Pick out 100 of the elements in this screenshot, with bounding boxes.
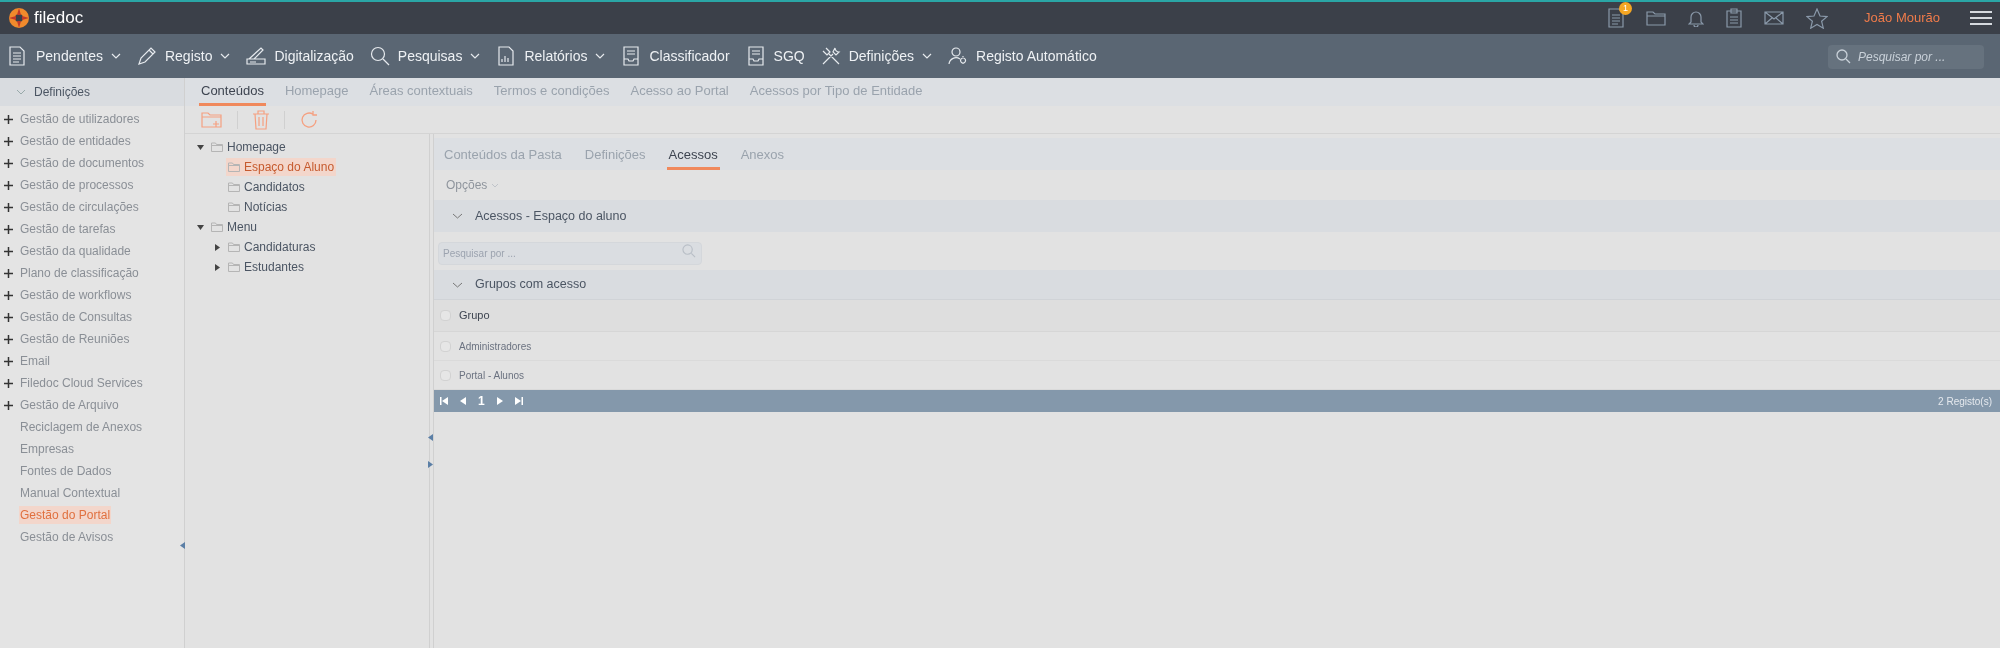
tab[interactable]: Acessos por Tipo de Entidade (747, 78, 925, 106)
sidebar-item[interactable]: Gestão de Arquivo (19, 396, 120, 414)
sidebar-item[interactable]: Gestão de processos (19, 176, 135, 194)
sidebar-item[interactable]: Gestão da qualidade (19, 242, 132, 260)
search-field[interactable]: Pesquisar por ... (1828, 45, 1984, 69)
search-field[interactable]: Pesquisar por ... (438, 241, 702, 265)
expanded-arrow-icon[interactable] (196, 144, 204, 150)
options-menu[interactable]: Opções (446, 176, 500, 194)
nav-item[interactable]: Registo Automático (948, 45, 1097, 67)
plus-icon[interactable] (4, 202, 13, 212)
previous-page-icon[interactable] (460, 397, 466, 405)
sidebar-item[interactable]: Gestão de circulações (19, 198, 140, 216)
document-icon (8, 46, 28, 66)
expand-icon[interactable] (428, 461, 433, 468)
menu-icon[interactable] (1970, 10, 1992, 26)
folder-icon (228, 262, 240, 272)
nav-item[interactable]: SGQ (745, 45, 805, 67)
star-icon[interactable] (1806, 7, 1829, 29)
section-title: Acessos - Espaço do aluno (475, 207, 627, 225)
collapsed-arrow-icon[interactable] (214, 243, 220, 251)
sidebar-item[interactable]: Filedoc Cloud Services (19, 374, 144, 392)
nav-item[interactable]: Classificador (621, 45, 730, 67)
search-icon (682, 243, 696, 258)
document-icon[interactable] (1608, 8, 1625, 28)
nav-item[interactable]: Pendentes (8, 45, 121, 67)
sidebar-title: Definições (34, 84, 91, 101)
sidebar-item[interactable]: Gestão do Portal (19, 506, 112, 524)
bell-icon[interactable] (1688, 9, 1705, 27)
tab[interactable]: Definições (582, 142, 648, 170)
first-page-icon[interactable] (440, 397, 448, 405)
chevron-down-icon (452, 213, 463, 219)
plus-icon[interactable] (4, 114, 13, 124)
sidebar-item[interactable]: Plano de classificação (19, 264, 140, 282)
nav-item[interactable]: Relatórios (496, 45, 606, 67)
tab[interactable]: Anexos (738, 142, 787, 170)
sidebar-item[interactable]: Manual Contextual (19, 484, 122, 502)
page-number[interactable]: 1 (478, 392, 485, 410)
plus-icon[interactable] (4, 136, 13, 146)
tree-item[interactable]: Menu (209, 218, 260, 236)
plus-icon[interactable] (4, 290, 13, 300)
plus-icon[interactable] (4, 400, 13, 410)
folder-icon[interactable] (1646, 10, 1667, 26)
pencil-icon (136, 46, 157, 66)
tab[interactable]: Termos e condições (491, 78, 612, 106)
section-header[interactable]: Acessos - Espaço do aluno (434, 200, 2000, 232)
plus-icon[interactable] (4, 334, 13, 344)
chevron-down-icon (452, 281, 463, 288)
sidebar-item[interactable]: Gestão de Reuniões (19, 330, 131, 348)
expanded-arrow-icon[interactable] (196, 224, 204, 230)
plus-icon[interactable] (4, 224, 13, 234)
user-gear-icon (948, 46, 969, 66)
plus-icon[interactable] (4, 246, 13, 256)
sidebar-item[interactable]: Gestão de Consultas (19, 308, 134, 326)
plus-icon[interactable] (4, 378, 13, 388)
nav-item[interactable]: Definições (820, 45, 933, 67)
clipboard-icon[interactable] (1726, 8, 1743, 28)
tab[interactable]: Acesso ao Portal (628, 78, 731, 106)
tree-item[interactable]: Notícias (226, 198, 290, 216)
search-icon (369, 46, 390, 66)
report-icon (496, 46, 517, 66)
last-page-icon[interactable] (514, 397, 523, 405)
plus-icon[interactable] (4, 268, 13, 278)
mail-icon[interactable] (1764, 11, 1785, 25)
tree-item[interactable]: Estudantes (226, 258, 307, 276)
user-name[interactable]: João Mourão (1864, 8, 1940, 28)
tree-item[interactable]: Candidatos (226, 178, 307, 196)
tree-item[interactable]: Espaço do Aluno (226, 158, 337, 176)
folder-icon (228, 182, 240, 192)
sidebar-item[interactable]: Gestão de workflows (19, 286, 133, 304)
table-cell-text: Administradores (459, 339, 532, 354)
sidebar-item[interactable]: Email (19, 352, 51, 370)
tab[interactable]: Conteúdos (199, 78, 266, 106)
tab[interactable]: Áreas contextuais (367, 78, 475, 106)
tab[interactable]: Homepage (282, 78, 351, 106)
sidebar-item[interactable]: Empresas (19, 440, 76, 458)
sidebar-item[interactable]: Reciclagem de Anexos (19, 418, 144, 436)
sidebar-item[interactable]: Gestão de entidades (19, 132, 132, 150)
sidebar-item[interactable]: Gestão de utilizadores (19, 110, 141, 128)
tree-item[interactable]: Homepage (209, 138, 288, 156)
collapse-icon[interactable] (428, 434, 433, 441)
tab[interactable]: Conteúdos da Pasta (442, 142, 564, 170)
caret-icon (491, 182, 500, 188)
plus-icon[interactable] (4, 180, 13, 190)
section-header[interactable]: Grupos com acesso (434, 270, 2000, 300)
sidebar-item[interactable]: Gestão de tarefas (19, 220, 117, 238)
nav-item[interactable]: Registo (136, 45, 231, 67)
collapsed-arrow-icon[interactable] (214, 263, 220, 271)
tree-item[interactable]: Candidaturas (226, 238, 318, 256)
scanner-icon (246, 46, 267, 66)
plus-icon[interactable] (4, 312, 13, 322)
tab[interactable]: Acessos (666, 142, 720, 170)
plus-icon[interactable] (4, 356, 13, 366)
sidebar-item[interactable]: Gestão de Avisos (19, 528, 115, 546)
next-page-icon[interactable] (496, 397, 503, 405)
nav-item[interactable]: Pesquisas (369, 45, 481, 67)
sidebar-item[interactable]: Gestão de documentos (19, 154, 146, 172)
nav-item[interactable]: Digitalização (246, 45, 354, 67)
plus-icon[interactable] (4, 158, 13, 168)
sidebar-item[interactable]: Fontes de Dados (19, 462, 113, 480)
collapse-icon[interactable] (180, 542, 185, 549)
